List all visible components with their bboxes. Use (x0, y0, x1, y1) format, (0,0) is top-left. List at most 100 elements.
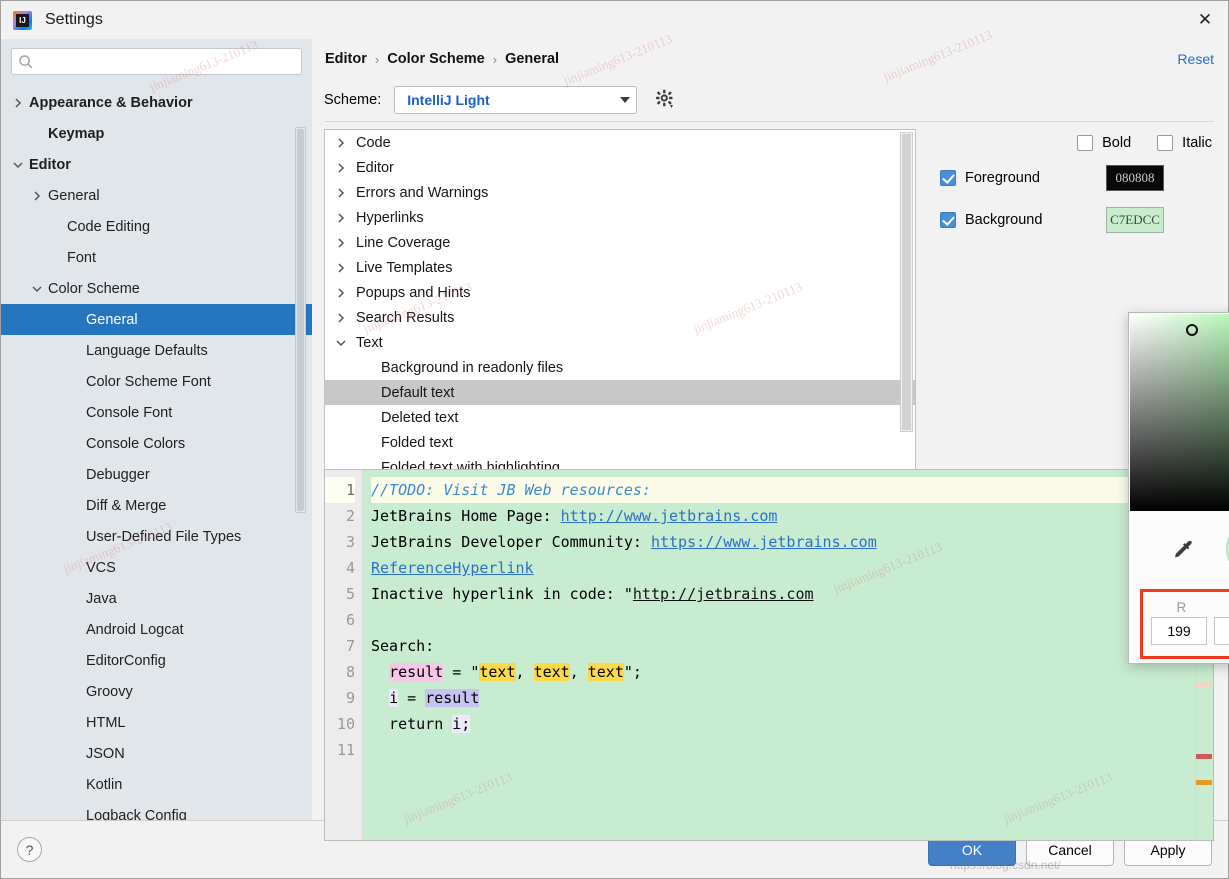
color-tree-item-code[interactable]: Code (325, 130, 915, 155)
sidebar-item-debugger[interactable]: Debugger (1, 459, 312, 490)
community-link[interactable]: https://www.jetbrains.com (651, 533, 877, 551)
scheme-row: Scheme: IntelliJ Light (324, 79, 1228, 121)
reset-link[interactable]: Reset (1177, 51, 1214, 67)
sidebar-item-font[interactable]: Font (1, 242, 312, 273)
chevron-right-icon[interactable] (334, 211, 348, 225)
sidebar-item-diff-merge[interactable]: Diff & Merge (1, 490, 312, 521)
color-scheme-preview-editor[interactable]: 1 2 3 4 5 6 7 8 9 10 11 //TODO: Visit JB Web resou… (324, 469, 1214, 841)
chevron-down-icon[interactable] (334, 336, 348, 350)
home-page-link[interactable]: http://www.jetbrains.com (561, 507, 778, 525)
bold-checkbox-row[interactable]: Bold (1077, 135, 1131, 151)
sidebar-tree[interactable]: Appearance & Behavior Keymap Editor General… (1, 83, 312, 820)
sidebar-item-groovy[interactable]: Groovy (1, 676, 312, 707)
sidebar-search-wrap (1, 39, 312, 83)
sidebar-item-language-defaults[interactable]: Language Defaults (1, 335, 312, 366)
sidebar-item-user-defined-file-types[interactable]: User-Defined File Types (1, 521, 312, 552)
scheme-select[interactable]: IntelliJ Light (394, 86, 638, 114)
color-tree-item-folded-text[interactable]: Folded text (325, 430, 915, 455)
gear-icon[interactable] (655, 89, 675, 112)
sidebar-item-json[interactable]: JSON (1, 738, 312, 769)
breadcrumb-item-editor[interactable]: Editor (325, 51, 367, 67)
close-icon[interactable]: ✕ (1182, 1, 1228, 39)
inactive-label: Inactive hyperlink in code: " (371, 585, 633, 603)
error-stripe-marker[interactable] (1196, 682, 1212, 687)
sidebar-item-color-scheme[interactable]: Color Scheme (1, 273, 312, 304)
saturation-brightness-area[interactable] (1130, 314, 1229, 511)
sidebar-item-color-scheme-font[interactable]: Color Scheme Font (1, 366, 312, 397)
red-input[interactable] (1151, 617, 1207, 645)
color-tree-item-default-text[interactable]: Default text (325, 380, 915, 405)
reference-hyperlink[interactable]: ReferenceHyperlink (371, 559, 534, 577)
error-stripe-marker[interactable] (1196, 754, 1212, 759)
sidebar-item-vcs[interactable]: VCS (1, 552, 312, 583)
chevron-down-icon[interactable] (30, 282, 44, 296)
color-settings-tree[interactable]: Code Editor Errors and Warnings Hyperlinks L… (325, 130, 915, 496)
chevron-right-icon[interactable] (334, 161, 348, 175)
italic-checkbox[interactable] (1157, 135, 1174, 151)
color-tree-item-search-results[interactable]: Search Results (325, 305, 915, 330)
semicolon-token: "; (623, 663, 642, 681)
sidebar-scrollbar-thumb[interactable] (297, 129, 304, 511)
color-picker-popup[interactable]: R G B Hex (1128, 312, 1229, 664)
sidebar-scrollbar[interactable] (295, 127, 306, 513)
color-tree-item-background-in-readonly-files[interactable]: Background in readonly files (325, 355, 915, 380)
chevron-right-icon[interactable] (334, 261, 348, 275)
foreground-checkbox[interactable] (940, 170, 956, 186)
sidebar-item-label: Kotlin (86, 776, 123, 793)
sidebar-item-keymap[interactable]: Keymap (1, 118, 312, 149)
color-tree-item-hyperlinks[interactable]: Hyperlinks (325, 205, 915, 230)
color-tree-item-text[interactable]: Text (325, 330, 915, 355)
chevron-right-icon[interactable] (334, 186, 348, 200)
code-line-4: ReferenceHyperlink (371, 555, 1195, 581)
sidebar-item-appearance-behavior[interactable]: Appearance & Behavior (1, 87, 312, 118)
help-button[interactable]: ? (17, 837, 42, 862)
breadcrumb-item-general[interactable]: General (505, 51, 559, 67)
color-tree-scrollbar-thumb[interactable] (902, 134, 911, 430)
sidebar-item-android-logcat[interactable]: Android Logcat (1, 614, 312, 645)
green-input[interactable] (1214, 617, 1229, 645)
sidebar-item-editorconfig[interactable]: EditorConfig (1, 645, 312, 676)
scheme-value: IntelliJ Light (407, 92, 490, 108)
chevron-right-icon[interactable] (11, 96, 25, 110)
search-box[interactable] (11, 48, 302, 75)
sidebar-item-code-editing[interactable]: Code Editing (1, 211, 312, 242)
search-input[interactable] (34, 53, 295, 70)
sidebar-item-label: Java (86, 590, 117, 607)
background-checkbox[interactable] (940, 212, 956, 228)
sidebar-item-logback-config[interactable]: Logback Config (1, 800, 312, 821)
sidebar-item-kotlin[interactable]: Kotlin (1, 769, 312, 800)
chevron-right-icon[interactable] (334, 286, 348, 300)
color-tree-scrollbar[interactable] (900, 132, 913, 432)
sidebar-item-editor[interactable]: Editor (1, 149, 312, 180)
saturation-brightness-cursor[interactable] (1186, 324, 1198, 336)
foreground-color-swatch[interactable]: 080808 (1106, 165, 1164, 191)
chevron-right-icon[interactable] (30, 189, 44, 203)
eyedropper-icon[interactable] (1171, 537, 1197, 566)
color-tree-item-live-templates[interactable]: Live Templates (325, 255, 915, 280)
color-tree-item-errors-and-warnings[interactable]: Errors and Warnings (325, 180, 915, 205)
background-checkbox-row[interactable]: Background (940, 212, 1106, 228)
color-tree-item-popups-and-hints[interactable]: Popups and Hints (325, 280, 915, 305)
chevron-right-icon[interactable] (334, 236, 348, 250)
breadcrumb-item-color-scheme[interactable]: Color Scheme (387, 51, 485, 67)
foreground-checkbox-row[interactable]: Foreground (940, 170, 1106, 186)
chevron-right-icon[interactable] (334, 136, 348, 150)
sidebar-item-general[interactable]: General (1, 304, 312, 335)
chevron-right-icon[interactable] (334, 311, 348, 325)
background-color-swatch[interactable]: C7EDCC (1106, 207, 1164, 233)
chevron-down-icon[interactable] (11, 158, 25, 172)
color-tree-item-line-coverage[interactable]: Line Coverage (325, 230, 915, 255)
color-tree-item-editor[interactable]: Editor (325, 155, 915, 180)
sidebar-item-console-font[interactable]: Console Font (1, 397, 312, 428)
sidebar-item-general[interactable]: General (1, 180, 312, 211)
editor-code[interactable]: //TODO: Visit JB Web resources: JetBrain… (363, 470, 1195, 840)
sidebar-item-html[interactable]: HTML (1, 707, 312, 738)
return-keyword: return (371, 715, 453, 733)
color-tree-item-deleted-text[interactable]: Deleted text (325, 405, 915, 430)
sidebar-item-java[interactable]: Java (1, 583, 312, 614)
error-stripe-marker[interactable] (1196, 780, 1212, 785)
bold-checkbox[interactable] (1077, 135, 1094, 151)
sidebar-item-console-colors[interactable]: Console Colors (1, 428, 312, 459)
italic-checkbox-row[interactable]: Italic (1157, 135, 1212, 151)
